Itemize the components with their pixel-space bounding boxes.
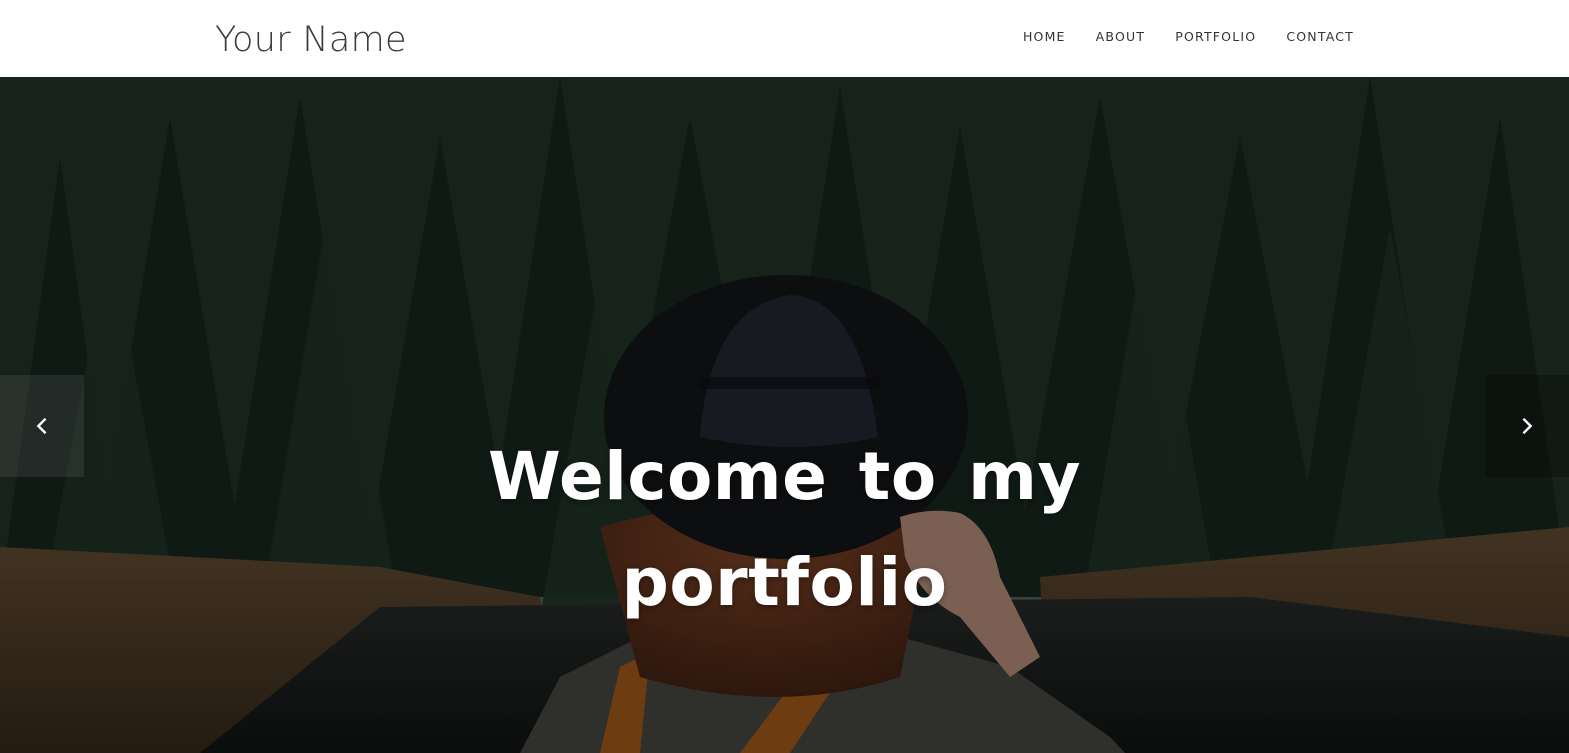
nav-item-contact: CONTACT xyxy=(1286,28,1354,46)
hero-title: Welcome to my portfolio xyxy=(0,424,1569,636)
nav-link-about[interactable]: ABOUT xyxy=(1096,29,1146,44)
chevron-left-icon xyxy=(36,417,47,435)
main-nav: HOME ABOUT PORTFOLIO CONTACT xyxy=(1023,28,1354,46)
hero-carousel: Welcome to my portfolio xyxy=(0,77,1569,753)
nav-item-portfolio: PORTFOLIO xyxy=(1175,28,1256,46)
hero-title-line-1: Welcome to my xyxy=(488,438,1081,515)
nav-link-portfolio[interactable]: PORTFOLIO xyxy=(1175,29,1256,44)
hero-title-line-2: portfolio xyxy=(621,544,948,621)
nav-link-contact[interactable]: CONTACT xyxy=(1286,29,1354,44)
nav-item-home: HOME xyxy=(1023,28,1066,46)
top-navbar: Your Name HOME ABOUT PORTFOLIO CONTACT xyxy=(0,0,1569,77)
nav-link-home[interactable]: HOME xyxy=(1023,29,1066,44)
carousel-prev-button[interactable] xyxy=(0,375,84,477)
nav-item-about: ABOUT xyxy=(1096,28,1146,46)
chevron-right-icon xyxy=(1522,417,1533,435)
carousel-next-button[interactable] xyxy=(1485,375,1569,477)
hero-dark-overlay xyxy=(0,77,1569,753)
brand-logo-link[interactable]: Your Name xyxy=(215,19,407,61)
